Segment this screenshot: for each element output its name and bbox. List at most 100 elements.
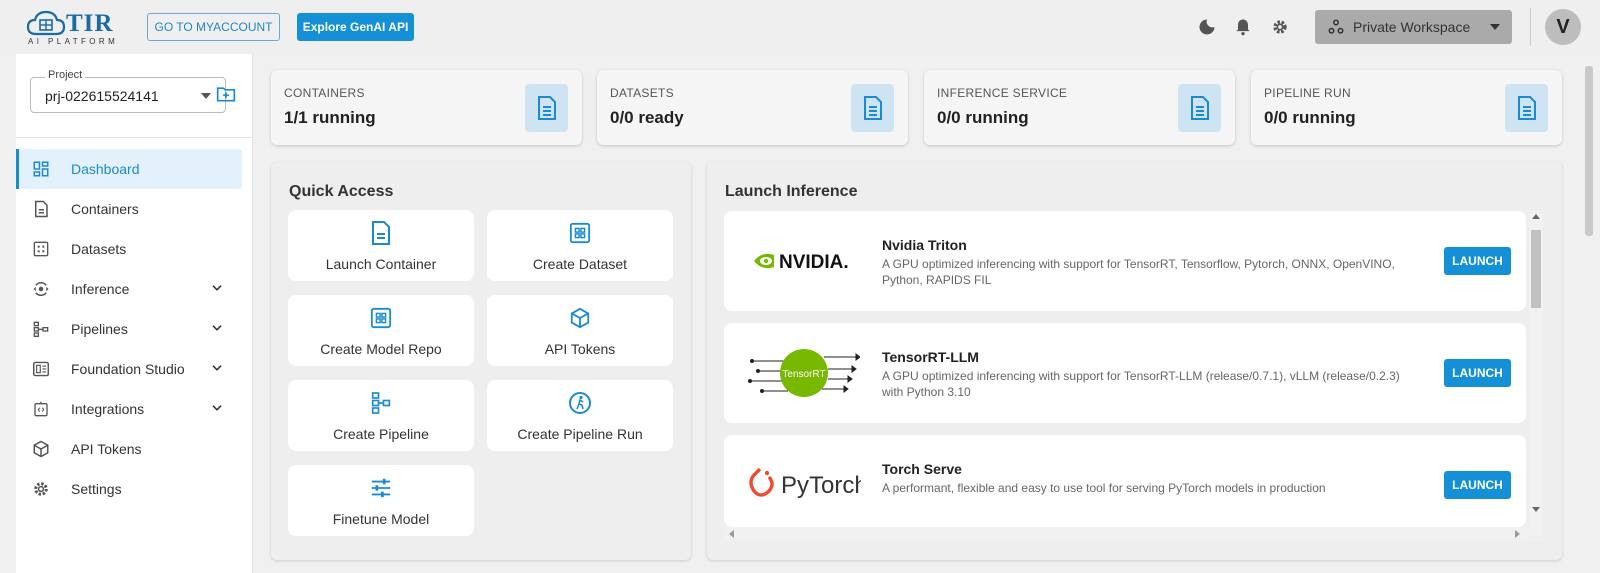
document-icon xyxy=(1505,84,1548,132)
tir-logo[interactable]: TIR AI PLATFORM xyxy=(26,6,126,48)
grid-icon xyxy=(32,240,50,258)
create-model-repo-tile[interactable]: Create Model Repo xyxy=(288,295,474,366)
finetune-model-tile[interactable]: Finetune Model xyxy=(288,465,474,536)
workspace-selector[interactable]: Private Workspace xyxy=(1315,10,1512,44)
tile-label: Create Dataset xyxy=(532,256,628,272)
stat-label: CONTAINERS xyxy=(284,86,365,100)
sidebar: prj-022615524141 Project Dashboard Conta… xyxy=(16,54,253,573)
settings-icon xyxy=(32,480,50,498)
scroll-left-icon[interactable] xyxy=(729,530,734,538)
inference-description: A GPU optimized inferencing with support… xyxy=(882,257,1395,287)
tile-label: API Tokens xyxy=(544,341,616,357)
tensorrt-logo-text: TensorRT xyxy=(782,369,825,380)
dashboard-icon xyxy=(32,160,50,178)
chevron-down-icon[interactable] xyxy=(210,321,224,335)
launch-button[interactable]: LAUNCH xyxy=(1444,359,1511,387)
launch-button[interactable]: LAUNCH xyxy=(1444,247,1511,275)
sidebar-item-label: Datasets xyxy=(71,241,127,257)
vertical-scrollbar[interactable] xyxy=(1529,210,1543,537)
stat-value: 0/0 running xyxy=(937,108,1029,127)
inference-card-nvidia-triton[interactable]: NVIDIA. Nvidia Triton A GPU optimized in… xyxy=(724,211,1526,311)
pytorch-logo-icon: PyTorch xyxy=(744,435,864,535)
inference-card-torch-serve[interactable]: PyTorch Torch Serve A performant, flexib… xyxy=(724,435,1526,527)
nvidia-logo-text: NVIDIA. xyxy=(779,252,849,273)
inference-name: Torch Serve xyxy=(882,461,962,477)
panel-title: Quick Access xyxy=(289,183,394,200)
logo-subtitle: AI PLATFORM xyxy=(28,37,119,46)
tile-label: Create Model Repo xyxy=(320,341,442,357)
stat-card-pipeline-run[interactable]: PIPELINE RUN 0/0 running xyxy=(1251,70,1562,145)
inference-name: TensorRT-LLM xyxy=(882,349,979,365)
sidebar-item-label: API Tokens xyxy=(71,441,142,457)
bell-icon[interactable] xyxy=(1233,17,1253,37)
workspace-icon xyxy=(1328,19,1344,34)
nvidia-logo-icon: NVIDIA. xyxy=(744,211,864,311)
sidebar-item-pipelines[interactable]: Pipelines xyxy=(16,309,253,349)
project-select[interactable]: prj-022615524141 xyxy=(30,77,226,113)
scrollbar-thumb[interactable] xyxy=(1531,230,1541,308)
stat-card-containers[interactable]: CONTAINERS 1/1 running xyxy=(271,70,582,145)
chevron-down-icon[interactable] xyxy=(210,361,224,375)
api-tokens-tile[interactable]: API Tokens xyxy=(487,295,673,366)
scroll-down-icon[interactable] xyxy=(1532,507,1540,512)
chevron-down-icon[interactable] xyxy=(210,401,224,415)
sidebar-nav: Dashboard Containers Datasets Inference xyxy=(16,149,253,509)
caret-down-icon xyxy=(201,93,211,99)
sidebar-item-label: Inference xyxy=(71,281,130,297)
moon-icon[interactable] xyxy=(1197,17,1217,37)
stat-value: 0/0 ready xyxy=(610,108,684,127)
workspace-label: Private Workspace xyxy=(1353,19,1471,35)
logo-text: TIR xyxy=(66,10,114,37)
grid-icon xyxy=(569,220,591,246)
tile-label: Create Pipeline xyxy=(333,426,429,442)
go-to-myaccount-button[interactable]: GO TO MYACCOUNT xyxy=(147,13,280,41)
sidebar-item-label: Settings xyxy=(71,481,122,497)
launch-button[interactable]: LAUNCH xyxy=(1444,471,1511,499)
sidebar-item-inference[interactable]: Inference xyxy=(16,269,253,309)
sidebar-item-settings[interactable]: Settings xyxy=(16,469,253,509)
cloud-logo-icon xyxy=(26,10,66,36)
inference-card-tensorrt-llm[interactable]: TensorRT TensorRT-LLM A GPU optimized in… xyxy=(724,323,1526,423)
page-scrollbar-thumb[interactable] xyxy=(1585,66,1593,236)
sidebar-item-datasets[interactable]: Datasets xyxy=(16,229,253,269)
stat-value: 1/1 running xyxy=(284,108,376,127)
create-pipeline-run-tile[interactable]: Create Pipeline Run xyxy=(487,380,673,451)
sidebar-item-foundation-studio[interactable]: Foundation Studio xyxy=(16,349,253,389)
document-icon xyxy=(525,84,568,132)
sidebar-item-dashboard[interactable]: Dashboard xyxy=(16,149,242,189)
explore-genai-button[interactable]: Explore GenAI API xyxy=(297,13,414,41)
sidebar-item-integrations[interactable]: Integrations xyxy=(16,389,253,429)
sidebar-item-label: Foundation Studio xyxy=(71,361,185,377)
create-dataset-tile[interactable]: Create Dataset xyxy=(487,210,673,281)
cube-icon xyxy=(32,440,50,458)
launch-container-tile[interactable]: Launch Container xyxy=(288,210,474,281)
document-icon xyxy=(851,84,894,132)
sidebar-item-containers[interactable]: Containers xyxy=(16,189,253,229)
scroll-right-icon[interactable] xyxy=(1515,530,1520,538)
pytorch-logo-text: PyTorch xyxy=(781,472,861,499)
studio-icon xyxy=(32,360,50,378)
inference-description: A performant, flexible and easy to use t… xyxy=(882,481,1326,495)
tile-label: Create Pipeline Run xyxy=(517,426,643,442)
user-avatar[interactable]: V xyxy=(1545,9,1581,45)
tile-label: Launch Container xyxy=(325,256,437,272)
chevron-down-icon[interactable] xyxy=(210,281,224,295)
stat-value: 0/0 running xyxy=(1264,108,1356,127)
stat-card-inference-service[interactable]: INFERENCE SERVICE 0/0 running xyxy=(924,70,1235,145)
scroll-up-icon[interactable] xyxy=(1532,214,1540,219)
create-pipeline-tile[interactable]: Create Pipeline xyxy=(288,380,474,451)
project-value: prj-022615524141 xyxy=(45,88,159,104)
add-folder-icon[interactable] xyxy=(216,85,236,103)
panel-title: Launch Inference xyxy=(725,183,858,200)
sidebar-item-api-tokens[interactable]: API Tokens xyxy=(16,429,253,469)
integrations-icon xyxy=(32,400,50,418)
horizontal-scrollbar[interactable] xyxy=(724,527,1529,541)
file-icon xyxy=(371,220,391,246)
document-icon xyxy=(1178,84,1221,132)
sidebar-divider xyxy=(16,137,253,138)
caret-down-icon xyxy=(1490,24,1500,30)
gear-icon[interactable] xyxy=(1270,17,1290,37)
grid-icon xyxy=(370,305,392,331)
stat-card-datasets[interactable]: DATASETS 0/0 ready xyxy=(597,70,908,145)
file-icon xyxy=(32,200,50,218)
